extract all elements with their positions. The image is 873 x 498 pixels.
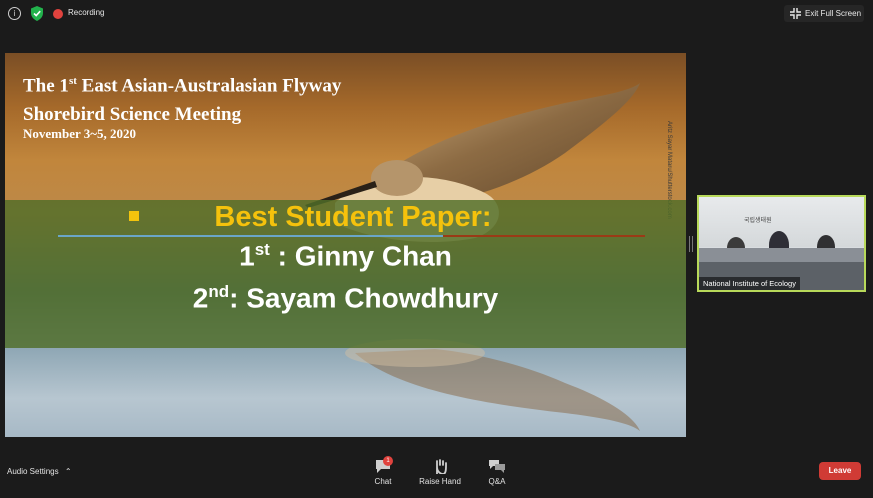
info-icon[interactable]: i: [8, 7, 21, 20]
second-place: 2nd: Sayam Chowdhury: [192, 282, 499, 314]
top-bar: i Recording Exit Full Screen: [0, 0, 873, 28]
video-desk: [699, 248, 864, 262]
slide-title-line1: The 1st East Asian-Australasian Flyway: [23, 75, 342, 97]
bottom-toolbar: Audio Settings ⌃ 1 Chat Raise Hand Q&A L…: [0, 452, 873, 498]
video-sign: 국립생태원: [744, 218, 772, 224]
qa-button[interactable]: Q&A: [485, 459, 509, 486]
chat-label: Chat: [374, 477, 392, 486]
award-band: Best Student Paper: 1st : Ginny Chan 2nd…: [5, 200, 686, 348]
leave-button[interactable]: Leave: [819, 462, 861, 480]
raise-hand-icon: [436, 459, 447, 474]
chat-badge: 1: [383, 456, 393, 466]
slide-date: November 3~5, 2020: [23, 126, 137, 141]
slide-title-line2: Shorebird Science Meeting: [23, 104, 242, 126]
underline-red: [443, 235, 645, 237]
panel-splitter-handle[interactable]: [689, 236, 693, 252]
participant-name: National Institute of Ecology: [699, 277, 800, 290]
audio-settings-label: Audio Settings: [7, 467, 59, 476]
qa-icon: [489, 460, 505, 473]
slide-title: The 1st East Asian-Australasian Flyway S…: [23, 67, 341, 129]
exit-fullscreen-button[interactable]: Exit Full Screen: [784, 5, 864, 22]
qa-label: Q&A: [488, 477, 506, 486]
first-place: 1st : Ginny Chan: [239, 240, 452, 272]
raise-hand-label: Raise Hand: [419, 477, 461, 486]
raise-hand-button[interactable]: Raise Hand: [418, 459, 462, 486]
exit-fullscreen-icon: [790, 8, 801, 19]
recording-label[interactable]: Recording: [68, 8, 104, 17]
underline-blue: [58, 235, 443, 237]
chat-button[interactable]: 1 Chat: [370, 456, 396, 486]
chevron-up-icon: ⌃: [64, 467, 72, 476]
participant-video-tile[interactable]: 국립생태원 National Institute of Ecology: [697, 195, 866, 292]
recording-icon[interactable]: [53, 9, 63, 19]
exit-fullscreen-label: Exit Full Screen: [805, 9, 862, 18]
award-heading: Best Student Paper:: [214, 201, 492, 233]
audio-settings-button[interactable]: Audio Settings ⌃: [7, 467, 72, 476]
shared-slide: The 1st East Asian-Australasian Flyway S…: [5, 53, 686, 437]
shield-icon[interactable]: [30, 6, 44, 21]
